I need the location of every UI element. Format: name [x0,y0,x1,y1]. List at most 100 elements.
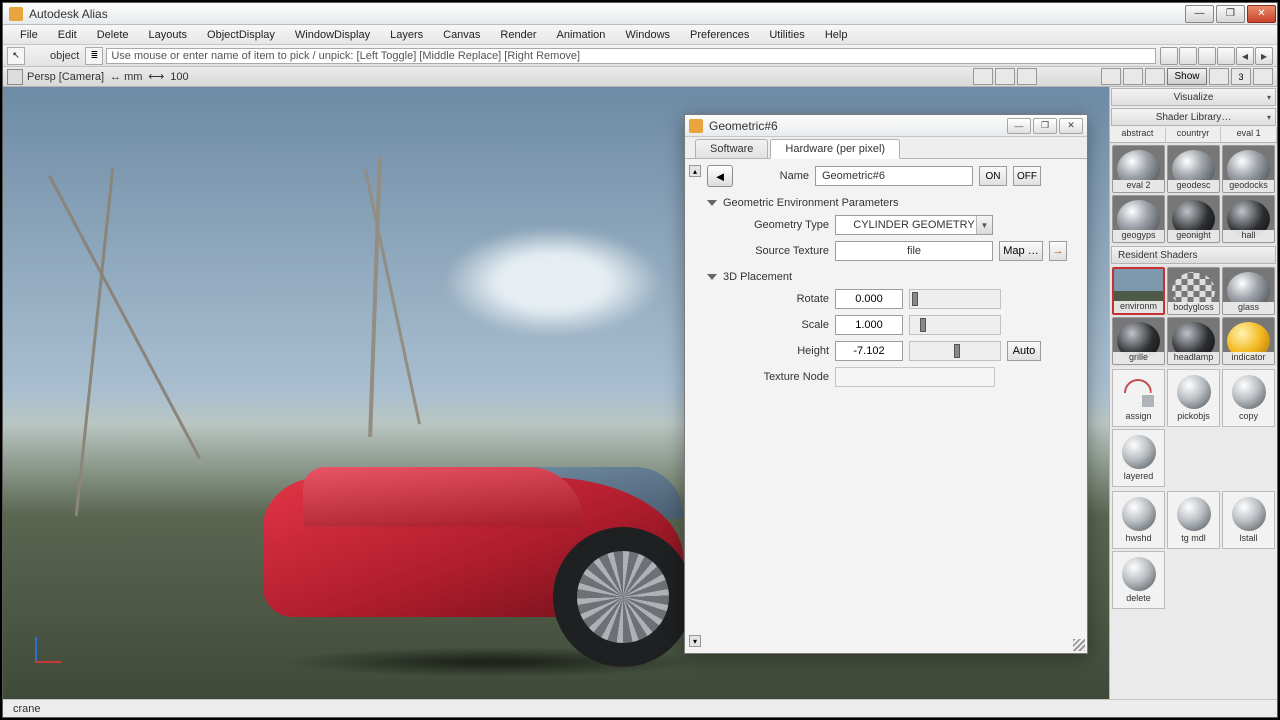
maximize-button[interactable]: ❐ [1216,5,1245,23]
tool-icon-1[interactable] [1160,47,1178,65]
menu-windows[interactable]: Windows [616,27,679,43]
on-button[interactable]: ON [979,166,1007,186]
menu-layers[interactable]: Layers [381,27,432,43]
geometry-type-combo[interactable]: CYLINDER GEOMETRY ▼ [835,215,993,235]
lib-tab-abstract[interactable]: abstract [1110,127,1166,142]
view-corner-icon[interactable] [7,69,23,85]
dialog-titlebar[interactable]: Geometric#6 — ❐ ✕ [685,115,1087,137]
zoom-icon[interactable]: ⟷ [148,70,164,83]
height-auto-button[interactable]: Auto [1007,341,1041,361]
section-env-params[interactable]: Geometric Environment Parameters [707,197,1077,209]
tool-copy[interactable]: copy [1222,369,1275,427]
shader-swatch-hall[interactable]: hall [1222,195,1275,243]
section-3d-placement[interactable]: 3D Placement [707,271,1077,283]
scale-slider[interactable] [909,315,1001,335]
pick-arrow-icon[interactable]: ↖ [7,47,25,65]
dialog-min-button[interactable]: — [1007,118,1031,134]
lib-tab-eval1[interactable]: eval 1 [1221,127,1277,142]
close-button[interactable]: ✕ [1247,5,1276,23]
height-field[interactable]: -7.102 [835,341,903,361]
tab-hardware[interactable]: Hardware (per pixel) [770,139,900,159]
visualize-dropdown[interactable]: Visualize [1111,88,1276,106]
tool-icon-2[interactable] [1179,47,1197,65]
shader-swatch-grille[interactable]: grille [1112,317,1165,365]
nav-prev-icon[interactable]: ◂ [1236,47,1254,65]
vp-icon-a[interactable] [973,68,993,85]
menu-utilities[interactable]: Utilities [760,27,813,43]
dialog-body: ▴ ▾ ◄ Name Geometric#6 ON OFF Geometric … [685,159,1087,653]
camera-label[interactable]: Persp [Camera] [27,71,104,83]
dialog-max-button[interactable]: ❐ [1033,118,1057,134]
source-texture-field[interactable]: file [835,241,993,261]
tool-icon-4[interactable] [1217,47,1235,65]
texture-node-field[interactable] [835,367,995,387]
shader-swatch-geogyps[interactable]: geogyps [1112,195,1165,243]
prompt-line[interactable]: Use mouse or enter name of item to pick … [106,48,1156,64]
vp-icon-g[interactable] [1209,68,1229,85]
shader-swatch-glass[interactable]: glass [1222,267,1275,315]
resize-grip-icon[interactable] [1073,639,1085,651]
menu-animation[interactable]: Animation [548,27,615,43]
name-field[interactable]: Geometric#6 [815,166,973,186]
tool-tg mdl[interactable]: tg mdl [1167,491,1220,549]
shader-swatch-environm[interactable]: environm [1112,267,1165,315]
shader-swatch-headlamp[interactable]: headlamp [1167,317,1220,365]
shader-swatch-geodesc[interactable]: geodesc [1167,145,1220,193]
pick-list-icon[interactable]: ≣ [85,47,103,65]
dialog-close-button[interactable]: ✕ [1059,118,1083,134]
shader-swatch-bodygloss[interactable]: bodygloss [1167,267,1220,315]
swatch-label: grille [1113,352,1164,364]
menu-layouts[interactable]: Layouts [140,27,197,43]
shader-swatch-geodocks[interactable]: geodocks [1222,145,1275,193]
shader-swatch-eval 2[interactable]: eval 2 [1112,145,1165,193]
lib-tab-country[interactable]: countryr [1166,127,1222,142]
resident-shaders-header[interactable]: Resident Shaders [1111,246,1276,264]
scroll-down-icon[interactable]: ▾ [689,635,701,647]
vp-icon-b[interactable] [995,68,1015,85]
vp-icon-d[interactable] [1101,68,1121,85]
dialog-scrollbar[interactable]: ▴ ▾ [689,165,701,647]
vp-icon-e[interactable] [1123,68,1143,85]
menu-edit[interactable]: Edit [49,27,86,43]
nav-next-icon[interactable]: ▸ [1255,47,1273,65]
tool-lstall[interactable]: lstall [1222,491,1275,549]
tool-hwshd[interactable]: hwshd [1112,491,1165,549]
menu-help[interactable]: Help [816,27,857,43]
menu-render[interactable]: Render [491,27,545,43]
minimize-button[interactable]: — [1185,5,1214,23]
map-go-button[interactable]: → [1049,241,1067,261]
shader-swatch-indicator[interactable]: indicator [1222,317,1275,365]
menu-objectdisplay[interactable]: ObjectDisplay [198,27,284,43]
tool-icon-3[interactable] [1198,47,1216,65]
off-button[interactable]: OFF [1013,166,1041,186]
menu-delete[interactable]: Delete [88,27,138,43]
show-button[interactable]: Show [1167,68,1207,85]
scale-field[interactable]: 1.000 [835,315,903,335]
vp-icon-h[interactable] [1253,68,1273,85]
shader-editor-dialog[interactable]: Geometric#6 — ❐ ✕ Software Hardware (per… [684,114,1088,654]
tab-software[interactable]: Software [695,139,768,158]
map-button[interactable]: Map … [999,241,1043,261]
rotate-slider[interactable] [909,289,1001,309]
menu-canvas[interactable]: Canvas [434,27,489,43]
swatch-label: glass [1223,302,1274,314]
menu-file[interactable]: File [11,27,47,43]
zoom-value[interactable]: 100 [170,71,188,83]
pick-mode-label: object [50,50,79,62]
rotate-field[interactable]: 0.000 [835,289,903,309]
tool-label: layered [1124,471,1154,481]
shader-library-dropdown[interactable]: Shader Library… [1111,108,1276,126]
shader-swatch-geonight[interactable]: geonight [1167,195,1220,243]
back-button[interactable]: ◄ [707,165,733,187]
tool-delete[interactable]: delete [1112,551,1165,609]
menu-preferences[interactable]: Preferences [681,27,758,43]
vp-count[interactable]: 3 [1231,68,1251,85]
menu-windowdisplay[interactable]: WindowDisplay [286,27,379,43]
vp-icon-f[interactable] [1145,68,1165,85]
tool-pickobjs[interactable]: pickobjs [1167,369,1220,427]
tool-layered[interactable]: layered [1112,429,1165,487]
scroll-up-icon[interactable]: ▴ [689,165,701,177]
height-slider[interactable] [909,341,1001,361]
vp-icon-c[interactable] [1017,68,1037,85]
tool-assign[interactable]: assign [1112,369,1165,427]
